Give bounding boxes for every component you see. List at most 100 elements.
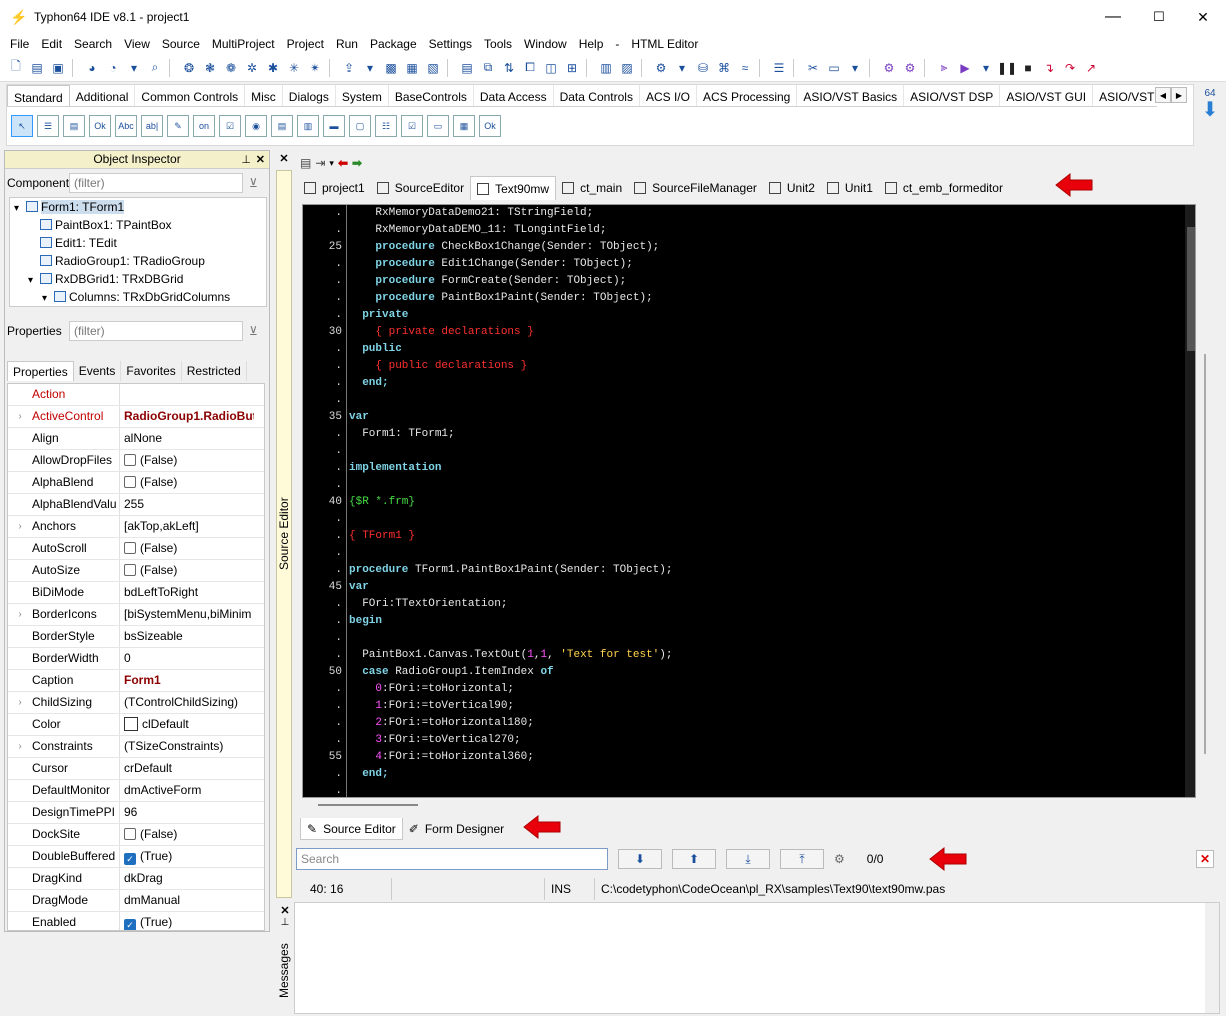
property-value[interactable]: alNone [120,428,254,449]
stop-icon[interactable]: ■ [1018,58,1038,78]
menu-item-window[interactable]: Window [518,34,573,54]
menu-item-settings[interactable]: Settings [423,34,478,54]
open-unit-icon[interactable]: ⇪ [339,58,359,78]
package-build-icon[interactable]: ✴ [305,58,325,78]
menu-item-tools[interactable]: Tools [478,34,518,54]
find-previous-up-button[interactable]: ⬆ [672,849,716,869]
layers-icon[interactable]: ☰ [769,58,789,78]
property-row[interactable]: AllowDropFiles (False) [8,450,264,472]
menu-item-file[interactable]: File [4,34,35,54]
checkbox[interactable]: ✓ [124,853,136,865]
listbox-icon[interactable]: ▤ [271,115,293,137]
property-row[interactable]: BorderStyle bsSizeable [8,626,264,648]
menu-item-html-editor[interactable]: HTML Editor [625,34,704,54]
palette-tab-additional[interactable]: Additional [70,85,136,106]
checkbox[interactable]: ✓ [124,919,136,930]
tree-icon[interactable]: ⌘ [714,58,734,78]
palette-tab-misc[interactable]: Misc [245,85,283,106]
groupbox-icon[interactable]: ▢ [349,115,371,137]
dropdown-icon[interactable]: ▾ [124,58,144,78]
monitor-icon[interactable]: ▭ [824,58,844,78]
pin-icon[interactable]: ⊥ [278,917,292,928]
scrollbar-thumb[interactable] [1204,354,1206,754]
edit-icon[interactable]: ab| [141,115,163,137]
inspector-tab-properties[interactable]: Properties [7,361,74,381]
scrollbar-thumb[interactable] [1187,227,1195,351]
property-expander-icon[interactable]: › [8,516,32,537]
checkbox[interactable] [124,454,136,466]
inspector-tab-favorites[interactable]: Favorites [121,361,182,381]
step-over-icon[interactable]: ↷ [1060,58,1080,78]
file-tab-project1[interactable]: project1 [298,176,371,200]
components-filter-input[interactable]: (filter) [69,173,243,193]
menu-item-project[interactable]: Project [281,34,330,54]
frame-icon[interactable]: ▦ [453,115,475,137]
label-icon[interactable]: Abc [115,115,137,137]
checkbox[interactable] [124,542,136,554]
property-row[interactable]: DesignTimePPI 96 [8,802,264,824]
search-options-icon[interactable]: ⚙ [834,852,845,866]
open-icon[interactable]: ▣ [48,58,68,78]
gears-icon[interactable]: ⚙ [900,58,920,78]
action-list-icon[interactable]: Ok [479,115,501,137]
checkgroup-icon[interactable]: ☑ [401,115,423,137]
signal-icon[interactable]: ≈ [735,58,755,78]
back-arrow-icon[interactable]: ⬅ [338,156,348,170]
property-row[interactable]: › ActiveControl RadioGroup1.RadioBut [8,406,264,428]
close-button[interactable]: ✕ [1180,0,1226,34]
property-row[interactable]: › ChildSizing (TControlChildSizing) [8,692,264,714]
property-expander-icon[interactable]: › [8,604,32,625]
messages-scrollbar[interactable] [1205,903,1219,1013]
arch-indicator[interactable]: 64 ⬇ [1200,88,1220,132]
clear-filter-icon[interactable]: ⊻ [249,324,267,338]
compare-icon[interactable]: ⊞ [562,58,582,78]
copy-icon[interactable]: ⧠ [520,58,540,78]
palette-tab-asio-vst-basics[interactable]: ASIO/VST Basics [797,85,905,106]
editor-outer-scrollbar[interactable] [1198,204,1214,798]
find-first-button[interactable]: ⤒ [780,849,824,869]
palette-tab-acs-i-o[interactable]: ACS I/O [640,85,697,106]
toggle-form-icon[interactable]: ⇅ [499,58,519,78]
property-value[interactable]: ✓ (True) [120,912,254,930]
palette-tab-data-access[interactable]: Data Access [474,85,554,106]
dropdown-icon[interactable]: ▾ [672,58,692,78]
tools-icon[interactable]: ✂ [803,58,823,78]
dropdown-icon[interactable]: ▾ [360,58,380,78]
property-row[interactable]: DoubleBuffered ✓ (True) [8,846,264,868]
checkbox[interactable] [124,476,136,488]
file-tab-text90mw[interactable]: Text90mw [470,176,557,200]
build-all-icon[interactable]: ▨ [617,58,637,78]
button-icon[interactable]: Ok [89,115,111,137]
dropdown-icon[interactable]: ▾ [845,58,865,78]
code-horizontal-scrollbar[interactable] [302,798,1196,810]
package-icon[interactable]: ❂ [179,58,199,78]
file-tab-unit2[interactable]: Unit2 [763,176,821,200]
checkbox[interactable] [124,828,136,840]
clear-filter-icon[interactable]: ⊻ [249,176,267,190]
file-tab-unit1[interactable]: Unit1 [821,176,879,200]
property-row[interactable]: Enabled ✓ (True) [8,912,264,930]
scrollbar-icon[interactable]: ▬ [323,115,345,137]
property-row[interactable]: BorderWidth 0 [8,648,264,670]
property-value[interactable]: clDefault [120,714,254,735]
menu-item-multiproject[interactable]: MultiProject [206,34,281,54]
menu-item-help[interactable]: Help [573,34,610,54]
property-value[interactable] [120,384,254,405]
property-value[interactable]: 0 [120,648,254,669]
dropdown-icon[interactable]: ▾ [976,58,996,78]
property-value[interactable]: (False) [120,824,254,845]
save-icon[interactable]: ▩ [381,58,401,78]
step-out-icon[interactable]: ↗ [1081,58,1101,78]
menu-item-edit[interactable]: Edit [35,34,68,54]
gear-icon[interactable]: ⚙ [879,58,899,78]
property-value[interactable]: (False) [120,472,254,493]
property-value[interactable]: (False) [120,560,254,581]
property-row[interactable]: AlphaBlendValu 255 [8,494,264,516]
package-open-icon[interactable]: ❃ [200,58,220,78]
property-value[interactable]: (False) [120,450,254,471]
panel-icon[interactable]: ▭ [427,115,449,137]
property-expander-icon[interactable]: › [8,406,32,427]
code-editor[interactable]: .. 25.... 30.... 35.... 40.... 45.... 50.... 55… [302,204,1196,798]
step-into-icon[interactable]: ↴ [1039,58,1059,78]
network-icon[interactable]: ⛁ [693,58,713,78]
